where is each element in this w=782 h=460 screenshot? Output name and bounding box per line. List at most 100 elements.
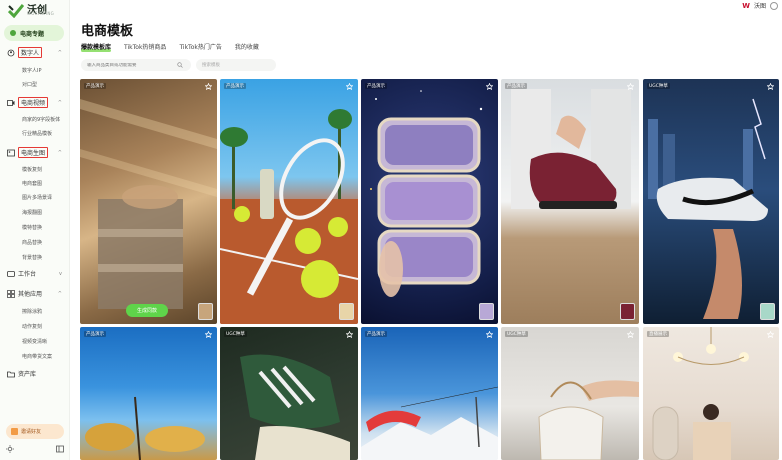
search-icon[interactable] xyxy=(177,62,183,68)
product-thumbnail xyxy=(760,303,775,320)
sidebar-group-ecommerce-video[interactable]: 电商视频 ^ xyxy=(6,97,64,108)
favorite-icon[interactable] xyxy=(486,331,493,338)
product-thumbnail xyxy=(339,303,354,320)
card-tag: 产品演示 xyxy=(84,331,106,337)
template-card[interactable]: 产品演示 xyxy=(361,327,498,460)
top-right-bar: W 沃图 xyxy=(742,1,778,10)
sidebar-item-label: 电商专题 xyxy=(20,30,45,38)
product-thumbnail xyxy=(479,303,494,320)
chevron-down-icon: v xyxy=(59,270,62,277)
template-card[interactable]: 产品演示 生成同款 xyxy=(80,79,217,324)
card-tag: UGC种草 xyxy=(505,331,528,337)
sidebar-item-video-enhance[interactable]: 视频变清晰 xyxy=(22,338,47,345)
chevron-up-icon: ^ xyxy=(57,49,62,56)
sidebar-item-lipsync[interactable]: 对口型 xyxy=(22,81,37,88)
sidebar-group-digital-human[interactable]: 数字人 ^ xyxy=(6,47,64,58)
tab-tiktok-products[interactable]: TikTok热销商品 xyxy=(124,42,166,51)
favorite-icon[interactable] xyxy=(486,83,493,90)
sidebar-group-label: 其他应用 xyxy=(18,291,43,298)
favorite-icon[interactable] xyxy=(346,83,353,90)
digital-human-icon xyxy=(6,48,15,57)
sidebar-item-erase[interactable]: 擦除涂鸦 xyxy=(22,308,42,315)
sidebar-item-industry-templates[interactable]: 行业精品模板 xyxy=(22,130,52,137)
adidas-shoe-image xyxy=(240,354,350,460)
card-tag: UGC种草 xyxy=(224,331,247,337)
sun-icon[interactable] xyxy=(6,445,14,453)
generate-same-button[interactable]: 生成同款 xyxy=(126,304,168,317)
sidebar-item-ecommerce-topic[interactable]: 电商专题 xyxy=(4,25,64,41)
tennis-image xyxy=(220,109,358,324)
sneaker-image xyxy=(511,89,631,209)
sidebar-group-other-apps[interactable]: 其他应用 ^ xyxy=(6,289,64,298)
chevron-up-icon: ^ xyxy=(57,149,62,156)
kite-image xyxy=(361,386,498,460)
sidebar-item-motion-copy[interactable]: 动作复刻 xyxy=(22,323,42,330)
template-card[interactable]: 产品演示 xyxy=(501,79,639,324)
sidebar-item-multi-scene[interactable]: 图片多场景译 xyxy=(22,194,52,201)
sidebar-item-merchant-video[interactable]: 商家的9字段板体 xyxy=(22,116,60,123)
sidebar-group-label: 工作台 xyxy=(18,271,37,278)
chevron-up-icon: ^ xyxy=(57,290,62,297)
sidebar-group-label: 电商生图 xyxy=(18,147,49,158)
sidebar-item-model-swap[interactable]: 模特替换 xyxy=(22,224,42,231)
user-avatar[interactable] xyxy=(770,1,778,10)
product-thumbnail xyxy=(198,303,213,320)
video-icon xyxy=(6,98,15,107)
card-tag: 产品演示 xyxy=(84,83,106,89)
select-placeholder: 搜索模板 xyxy=(202,63,220,68)
template-card[interactable]: UGC种草 xyxy=(643,79,779,324)
sidebar-item-digital-ip[interactable]: 数字人IP xyxy=(22,67,42,74)
sidebar-item-template-replicate[interactable]: 模板复刻 xyxy=(22,166,42,173)
sidebar-item-ecom-set[interactable]: 电商套图 xyxy=(22,180,42,187)
folder-icon xyxy=(6,369,15,378)
tab-my-favorites[interactable]: 我的收藏 xyxy=(235,42,259,51)
brand-logo[interactable]: W xyxy=(742,2,750,10)
template-card[interactable]: 产品演示 xyxy=(361,79,498,324)
sidebar-item-bg-swap[interactable]: 背景替换 xyxy=(22,254,42,261)
sidebar-group-ecommerce-image[interactable]: 电商生图 ^ xyxy=(6,147,64,158)
palette-image xyxy=(370,90,483,297)
card-tag: 产品演示 xyxy=(224,83,246,89)
sidebar-group-workbench[interactable]: 工作台 v xyxy=(6,269,64,278)
favorite-icon[interactable] xyxy=(346,331,353,338)
favorite-icon[interactable] xyxy=(767,331,774,338)
sidebar-group-label: 资产库 xyxy=(18,371,37,378)
gift-icon xyxy=(11,428,18,435)
favorite-icon[interactable] xyxy=(205,331,212,338)
template-select[interactable]: 搜索模板 xyxy=(196,59,276,71)
card-tag: 产品演示 xyxy=(365,331,387,337)
favorite-icon[interactable] xyxy=(627,331,634,338)
invite-friends-button[interactable]: 邀请好友 xyxy=(6,424,64,439)
card-tag: 产品演示 xyxy=(365,83,387,89)
purse-image xyxy=(538,380,639,460)
brand-name[interactable]: 沃图 xyxy=(754,1,766,10)
template-card[interactable]: UGC种草 xyxy=(220,327,358,460)
chevron-up-icon: ^ xyxy=(57,99,62,106)
nike-shoe-image xyxy=(648,98,768,319)
sidebar-group-assets[interactable]: 资产库 xyxy=(6,369,64,378)
favorite-icon[interactable] xyxy=(627,83,634,90)
sidebar-item-sales-copy[interactable]: 电商带货文案 xyxy=(22,353,52,360)
image-icon xyxy=(6,148,15,157)
landscape-image xyxy=(85,396,205,460)
sidebar-item-poster[interactable]: 海报翻图 xyxy=(22,209,42,216)
search-bar xyxy=(81,59,191,71)
handbag-image xyxy=(80,99,217,309)
tab-hot-templates[interactable]: 爆款模板库 xyxy=(81,42,112,52)
template-card[interactable]: 产品演示 xyxy=(220,79,358,324)
product-thumbnail xyxy=(620,303,635,320)
tab-tiktok-ads[interactable]: TikTok热门广告 xyxy=(179,42,221,51)
sidebar-group-label: 电商视频 xyxy=(18,97,49,108)
sidebar-item-product-swap[interactable]: 商品替换 xyxy=(22,239,42,246)
sidebar-toggle-icon[interactable] xyxy=(56,445,64,453)
search-input[interactable] xyxy=(87,62,177,68)
template-card[interactable]: UGC种草 xyxy=(501,327,639,460)
template-card[interactable]: 直播展示 xyxy=(643,327,779,460)
favorite-icon[interactable] xyxy=(767,83,774,90)
favorite-icon[interactable] xyxy=(205,83,212,90)
card-tag: 直播展示 xyxy=(647,331,669,337)
card-tag: UGC种草 xyxy=(647,83,670,89)
sidebar: 沃创 WOCHUANG 电商专题 数字人 ^ 数字人IP 对口型 电商视频 ^ … xyxy=(0,0,70,460)
template-card[interactable]: 产品演示 xyxy=(80,327,217,460)
logo-icon xyxy=(8,4,24,18)
